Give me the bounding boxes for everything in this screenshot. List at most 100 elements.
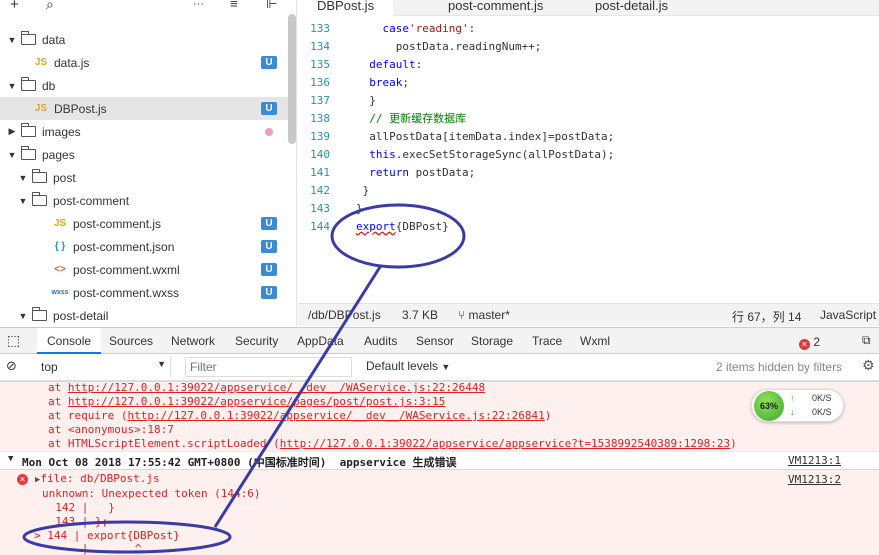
tab-security[interactable]: Security <box>235 334 278 348</box>
wxml-file-icon: <> <box>54 264 66 275</box>
tree-item[interactable]: ▼ post-detail <box>0 304 288 326</box>
code-line[interactable]: 137 } <box>298 92 879 110</box>
untracked-badge: U <box>261 263 277 276</box>
branch-label: master* <box>468 308 510 322</box>
chevron-down-icon[interactable]: ▼ <box>18 311 28 321</box>
folder-icon <box>32 169 47 183</box>
tree-item[interactable]: ▼ db <box>0 74 288 97</box>
dock-icon[interactable]: ⧉ <box>862 333 871 348</box>
status-language[interactable]: JavaScript <box>820 308 876 322</box>
stack-frame-link[interactable]: http://127.0.0.1:39022/appservice/__dev_… <box>68 381 485 394</box>
code-line[interactable]: 143} <box>298 200 879 218</box>
levels-select[interactable]: Default levels ▼ <box>366 359 450 373</box>
code-text: return postData; <box>369 166 476 179</box>
explorer-toolbar: + ⌕ ··· ≡ ⊩ <box>0 0 296 14</box>
error-group-header[interactable]: ▼ Mon Oct 08 2018 17:55:42 GMT+0800 (中国标… <box>0 451 879 469</box>
collapse-icon[interactable]: ≡ <box>230 0 238 11</box>
add-icon[interactable]: + <box>10 0 19 13</box>
error-count-badge[interactable]: ✕ 2 <box>799 335 820 350</box>
editor-tabs: DBPost.js post-comment.js post-detail.js <box>298 0 879 16</box>
search-icon[interactable]: ⌕ <box>46 0 54 13</box>
expand-caret-icon: ▼ <box>8 454 14 464</box>
stack-frame-link[interactable]: http://127.0.0.1:39022/appservice/pages/… <box>68 395 446 408</box>
tab-post-detail[interactable]: post-detail.js <box>576 0 687 16</box>
tree-item[interactable]: ▶ images <box>0 120 288 143</box>
status-branch[interactable]: ⑂ master* <box>458 308 510 322</box>
folder-icon <box>32 307 47 321</box>
explorer-scrollbar[interactable] <box>288 14 296 144</box>
code-text: allPostData[itemData.index]=postData; <box>356 130 615 143</box>
gear-icon[interactable]: ⚙ <box>862 357 875 374</box>
folder-icon <box>21 123 36 137</box>
split-icon[interactable]: ⊩ <box>266 0 277 12</box>
chevron-down-icon[interactable]: ▼ <box>18 173 28 183</box>
context-value: top <box>41 360 58 374</box>
tree-item[interactable]: JS data.js U <box>0 51 288 74</box>
code-line[interactable]: 134 postData.readingNum++; <box>298 38 879 56</box>
clear-console-icon[interactable]: ⊘ <box>6 358 17 374</box>
error-group-title: Mon Oct 08 2018 17:55:42 GMT+0800 (中国标准时… <box>22 456 457 469</box>
code-line[interactable]: 135 default: <box>298 56 879 74</box>
tree-item[interactable]: ▼ data <box>0 28 288 51</box>
tab-post-comment[interactable]: post-comment.js <box>429 0 562 16</box>
tree-item[interactable]: ▼ post-comment <box>0 189 288 212</box>
tree-item[interactable]: { } post-comment.json U <box>0 235 288 258</box>
chevron-down-icon[interactable]: ▼ <box>18 196 28 206</box>
tab-storage[interactable]: Storage <box>471 334 513 348</box>
inspect-icon[interactable]: ⬚ <box>7 332 20 349</box>
code-line[interactable]: 142 } <box>298 182 879 200</box>
tree-item[interactable]: <> post-comment.wxml U <box>0 258 288 281</box>
tab-console[interactable]: Console <box>37 328 102 354</box>
status-cursor-position[interactable]: 行 67，列 14 <box>732 308 801 325</box>
console-filter-bar: ⊘ top ▼ Default levels ▼ 2 items hidden … <box>0 354 879 381</box>
stack-frame-link[interactable]: http://127.0.0.1:39022/appservice/__dev_… <box>127 409 544 422</box>
untracked-badge: U <box>261 240 277 253</box>
tab-network[interactable]: Network <box>171 334 215 348</box>
tab-sources[interactable]: Sources <box>109 334 153 348</box>
context-select[interactable]: top ▼ <box>35 357 171 377</box>
code-line[interactable]: 141 return postData; <box>298 164 879 182</box>
tree-item[interactable]: JS post-comment.js U <box>0 212 288 235</box>
code-line[interactable]: 139 allPostData[itemData.index]=postData… <box>298 128 879 146</box>
tree-item[interactable]: ▼ post <box>0 166 288 189</box>
tab-audits[interactable]: Audits <box>364 334 397 348</box>
tab-dbpost[interactable]: DBPost.js <box>298 0 394 16</box>
tab-appdata[interactable]: AppData <box>297 334 344 348</box>
folder-icon <box>32 192 47 206</box>
chevron-down-icon[interactable]: ▼ <box>7 81 17 91</box>
status-path: /db/DBPost.js <box>308 308 381 322</box>
code-line[interactable]: 136 break; <box>298 74 879 92</box>
chevron-down-icon[interactable]: ▼ <box>7 35 17 45</box>
group-source-link[interactable]: VM1213:1 <box>788 454 841 467</box>
tree-item[interactable]: ▼ pages <box>0 143 288 166</box>
code-line[interactable]: 144 export{DBPost} <box>298 218 879 236</box>
network-speed-widget[interactable]: 63% ↑ 0K/S ↓ 0K/S <box>751 389 844 422</box>
code-text: this.execSetStorageSync(allPostData); <box>369 148 615 161</box>
code-area[interactable]: 133 case'reading': 134 postData.readingNu… <box>298 20 879 303</box>
tab-wxml[interactable]: Wxml <box>580 334 610 348</box>
code-line[interactable]: 133 case'reading': <box>298 20 879 38</box>
filter-input[interactable] <box>185 357 352 377</box>
upload-arrow-icon: ↑ <box>790 393 795 403</box>
code-line[interactable]: 140 this.execSetStorageSync(allPostData)… <box>298 146 879 164</box>
code-text: export{DBPost} <box>356 220 449 233</box>
stack-frame-link[interactable]: http://127.0.0.1:39022/appservice/appser… <box>280 437 730 450</box>
line-number: 139 <box>310 130 330 143</box>
tab-sensor[interactable]: Sensor <box>416 334 454 348</box>
more-icon[interactable]: ··· <box>193 0 204 10</box>
tree-item[interactable]: JS DBPost.js U <box>0 97 288 120</box>
tree-item[interactable]: wxss post-comment.wxss U <box>0 281 288 304</box>
code-text: default: <box>369 58 423 71</box>
error-file[interactable]: ▶file: db/DBPost.js <box>35 472 160 486</box>
tree-item-label: post-detail <box>53 308 109 323</box>
error-icon: ✕ <box>799 339 810 350</box>
error-source-link[interactable]: VM1213:2 <box>788 473 841 486</box>
line-number: 142 <box>310 184 330 197</box>
error-message: unknown: Unexpected token (144:6) <box>42 487 261 500</box>
tab-trace[interactable]: Trace <box>532 334 562 348</box>
chevron-right-icon[interactable]: ▶ <box>7 126 17 137</box>
download-speed: 0K/S <box>812 407 832 417</box>
code-line[interactable]: 138 // 更新缓存数据库 <box>298 110 879 128</box>
chevron-down-icon[interactable]: ▼ <box>7 150 17 160</box>
file-explorer: + ⌕ ··· ≡ ⊩ ▼ data JS data.js U ▼ db JS DBPost.j… <box>0 0 297 326</box>
